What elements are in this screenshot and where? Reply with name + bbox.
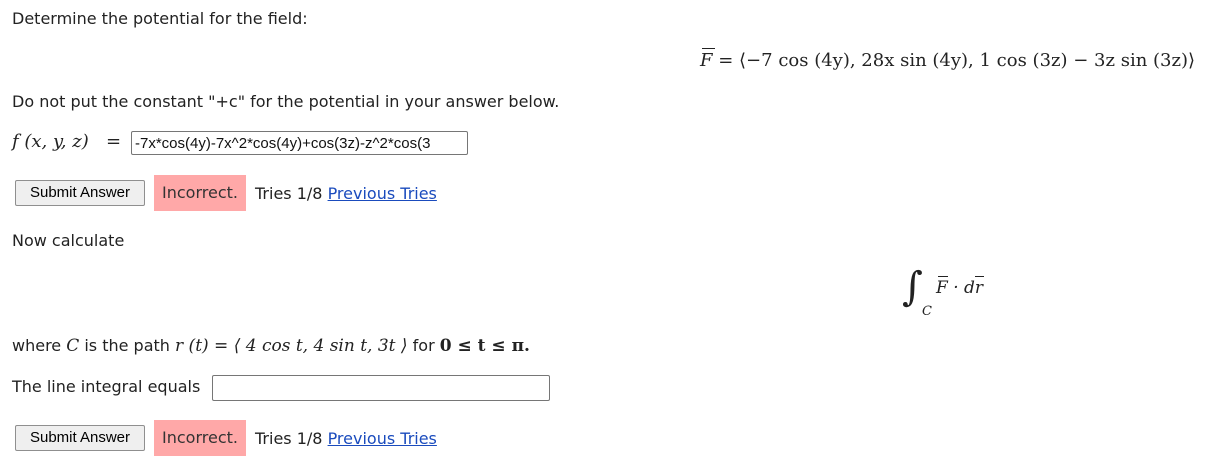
path-description: where C is the path r (t) = ⟨ 4 cos t, 4… [12, 336, 530, 356]
field-components: = ⟨−7 cos (4y), 28x sin (4y), 1 cos (3z)… [718, 50, 1196, 71]
line-integral-expression: ∫ C F · dr [902, 264, 1002, 324]
path-symbol-c: C [66, 336, 80, 356]
instruction-text: Do not put the constant "+c" for the pot… [12, 92, 560, 111]
tries-info-1: Tries 1/8 Previous Tries [255, 184, 437, 203]
equals-sign: = [106, 131, 122, 152]
submit-answer-button-2[interactable]: Submit Answer [15, 425, 145, 451]
previous-tries-link-2[interactable]: Previous Tries [328, 429, 437, 448]
path-where: where [12, 336, 62, 355]
integrand: F · dr [936, 278, 984, 298]
tries-info-2: Tries 1/8 Previous Tries [255, 429, 437, 448]
path-equation: r (t) = ⟨ 4 cos t, 4 sin t, 3t ⟩ [175, 336, 408, 356]
submit-answer-button-1[interactable]: Submit Answer [15, 180, 145, 206]
field-vector-symbol: F [700, 48, 714, 71]
path-for: for [412, 336, 435, 355]
integral-sign-icon: ∫ [902, 264, 923, 310]
potential-label: f (x, y, z) [12, 131, 89, 152]
tries-count-1: Tries 1/8 [255, 184, 323, 203]
tries-count-2: Tries 1/8 [255, 429, 323, 448]
vector-arrow-f-icon [938, 276, 948, 277]
incorrect-badge-1: Incorrect. [154, 175, 246, 211]
path-range: 0 ≤ t ≤ π. [439, 336, 530, 356]
vector-arrow-r-icon [975, 276, 984, 277]
incorrect-badge-2: Incorrect. [154, 420, 246, 456]
potential-input[interactable] [131, 131, 468, 155]
integral-subscript: C [922, 304, 932, 319]
path-mid: is the path [84, 336, 170, 355]
line-integral-input[interactable] [212, 375, 550, 401]
intro-text: Determine the potential for the field: [12, 9, 308, 28]
previous-tries-link-1[interactable]: Previous Tries [328, 184, 437, 203]
line-integral-label: The line integral equals [12, 377, 201, 396]
now-calculate-text: Now calculate [12, 231, 125, 250]
field-equation: F = ⟨−7 cos (4y), 28x sin (4y), 1 cos (3… [700, 48, 1196, 71]
